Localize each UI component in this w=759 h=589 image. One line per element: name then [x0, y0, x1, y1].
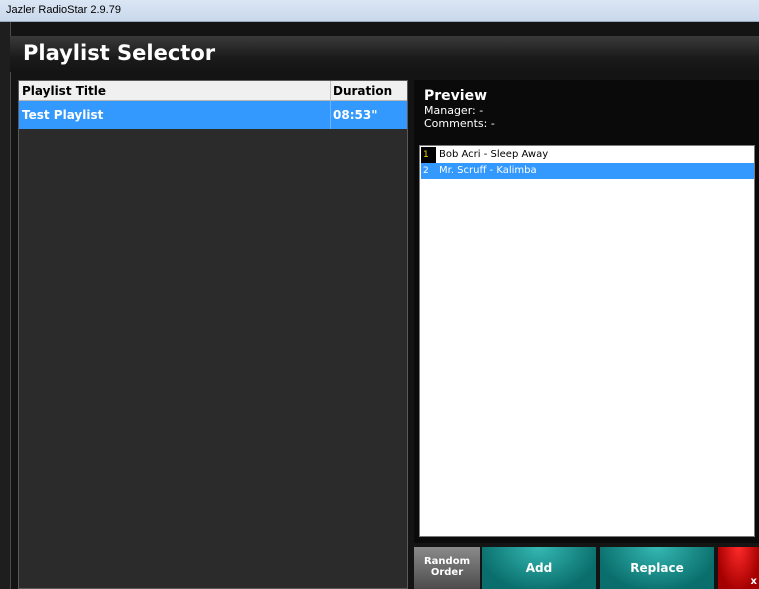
playlist-title-cell: Test Playlist — [22, 108, 104, 122]
random-order-label-line2: Order — [430, 567, 464, 578]
add-button[interactable]: Add — [482, 547, 596, 589]
column-divider[interactable] — [330, 81, 331, 101]
page-header: Playlist Selector — [10, 36, 759, 72]
cancel-button[interactable]: x — [718, 547, 759, 589]
random-order-button[interactable]: Random Order — [414, 547, 480, 589]
list-item[interactable]: 2 Mr. Scruff - Kalimba — [421, 163, 754, 179]
preview-panel: Preview Manager: - Comments: - 1 Bob Acr… — [414, 80, 759, 543]
list-item[interactable]: 1 Bob Acri - Sleep Away — [421, 147, 754, 163]
preview-comments: Comments: - — [424, 117, 495, 130]
column-header-playlist-title[interactable]: Playlist Title — [22, 84, 106, 98]
button-bar: Random Order Add Replace x — [414, 543, 759, 589]
track-name: Mr. Scruff - Kalimba — [439, 165, 537, 176]
playlist-duration-cell: 08:53" — [333, 108, 378, 122]
table-row[interactable]: Test Playlist 08:53" — [19, 101, 407, 129]
track-number: 2 — [421, 163, 436, 179]
track-name: Bob Acri - Sleep Away — [439, 149, 549, 160]
preview-title: Preview — [424, 88, 488, 104]
column-header-duration[interactable]: Duration — [333, 84, 392, 98]
close-icon: x — [750, 576, 757, 587]
playlist-table: Playlist Title Duration Test Playlist 08… — [18, 80, 408, 589]
table-header: Playlist Title Duration — [19, 81, 407, 101]
window-titlebar: Jazler RadioStar 2.9.79 — [0, 0, 759, 22]
preview-manager: Manager: - — [424, 104, 484, 117]
window-title: Jazler RadioStar 2.9.79 — [6, 4, 121, 16]
track-number: 1 — [421, 147, 436, 163]
replace-button[interactable]: Replace — [600, 547, 714, 589]
random-order-label-line1: Random — [423, 556, 470, 567]
page-title: Playlist Selector — [23, 41, 216, 65]
track-list[interactable]: 1 Bob Acri - Sleep Away 2 Mr. Scruff - K… — [419, 145, 755, 537]
cell-divider — [330, 101, 331, 129]
